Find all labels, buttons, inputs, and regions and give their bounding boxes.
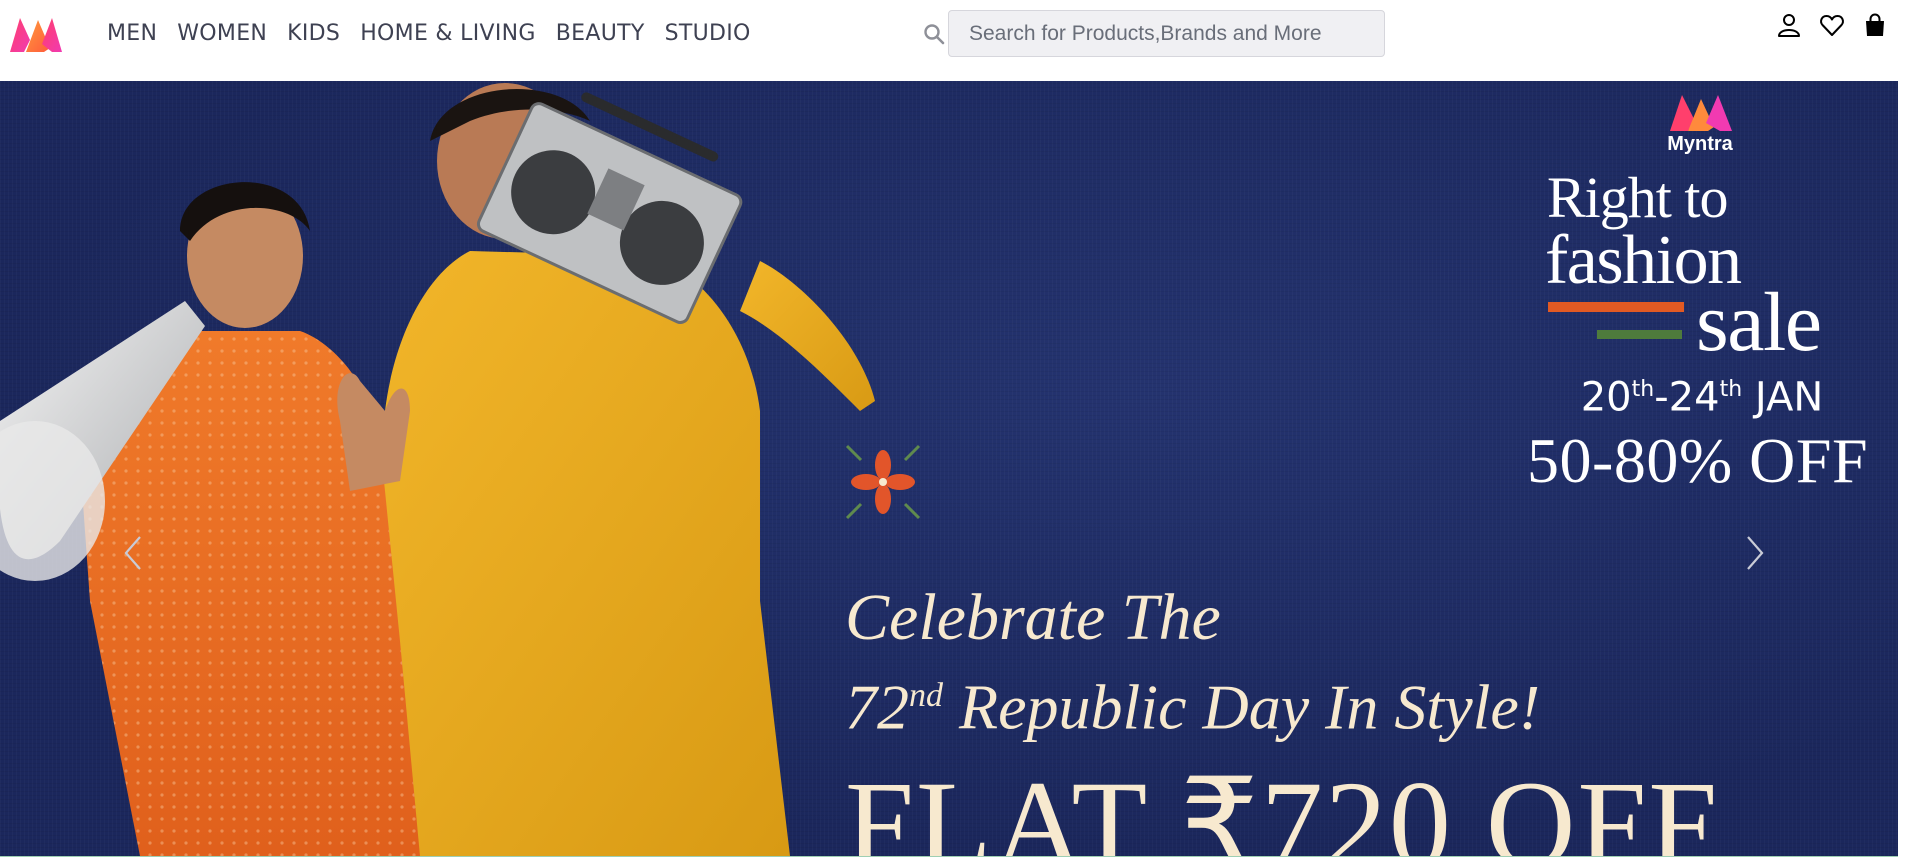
nav-item-home-living[interactable]: HOME & LIVING xyxy=(360,21,536,46)
search-input[interactable] xyxy=(948,10,1385,57)
site-header: MEN WOMEN KIDS HOME & LIVING BEAUTY STUD… xyxy=(0,0,1910,81)
brand-name: Myntra xyxy=(1667,133,1733,155)
sale-dates: 20th-24th JAN xyxy=(1580,374,1824,421)
hero-banner[interactable]: Myntra Right to fashion sale 20th-24th J… xyxy=(0,81,1898,856)
nav-item-women[interactable]: WOMEN xyxy=(177,21,267,46)
chevron-right-icon[interactable] xyxy=(1742,533,1768,573)
search-icon[interactable] xyxy=(923,23,945,45)
nav-item-men[interactable]: MEN xyxy=(107,21,157,46)
flag-bar-saffron xyxy=(1548,302,1684,312)
main-nav: MEN WOMEN KIDS HOME & LIVING BEAUTY STUD… xyxy=(107,0,771,66)
myntra-logo-icon[interactable] xyxy=(6,12,66,56)
nav-item-studio[interactable]: STUDIO xyxy=(665,21,751,46)
celebrate-line2: 72nd Republic Day In Style! xyxy=(845,671,1541,743)
hero-models-image xyxy=(0,83,875,856)
flower-motif-icon xyxy=(845,444,921,520)
celebrate-line1: Celebrate The xyxy=(845,581,1221,654)
sale-title-line1: Right to xyxy=(1547,165,1729,230)
flat-offer-text: FLAT ₹720 OFF xyxy=(845,756,1720,857)
chevron-left-icon[interactable] xyxy=(120,533,146,573)
sale-title-line3: sale xyxy=(1696,276,1822,369)
bag-icon[interactable] xyxy=(1862,12,1888,38)
sale-discount: 50-80% OFF xyxy=(1527,425,1869,496)
wishlist-heart-icon[interactable] xyxy=(1819,12,1845,38)
flag-bar-green xyxy=(1597,330,1682,339)
profile-icon[interactable] xyxy=(1776,12,1802,38)
nav-item-kids[interactable]: KIDS xyxy=(287,21,340,46)
myntra-brand-icon xyxy=(1670,95,1732,131)
nav-item-beauty[interactable]: BEAUTY xyxy=(556,21,645,46)
